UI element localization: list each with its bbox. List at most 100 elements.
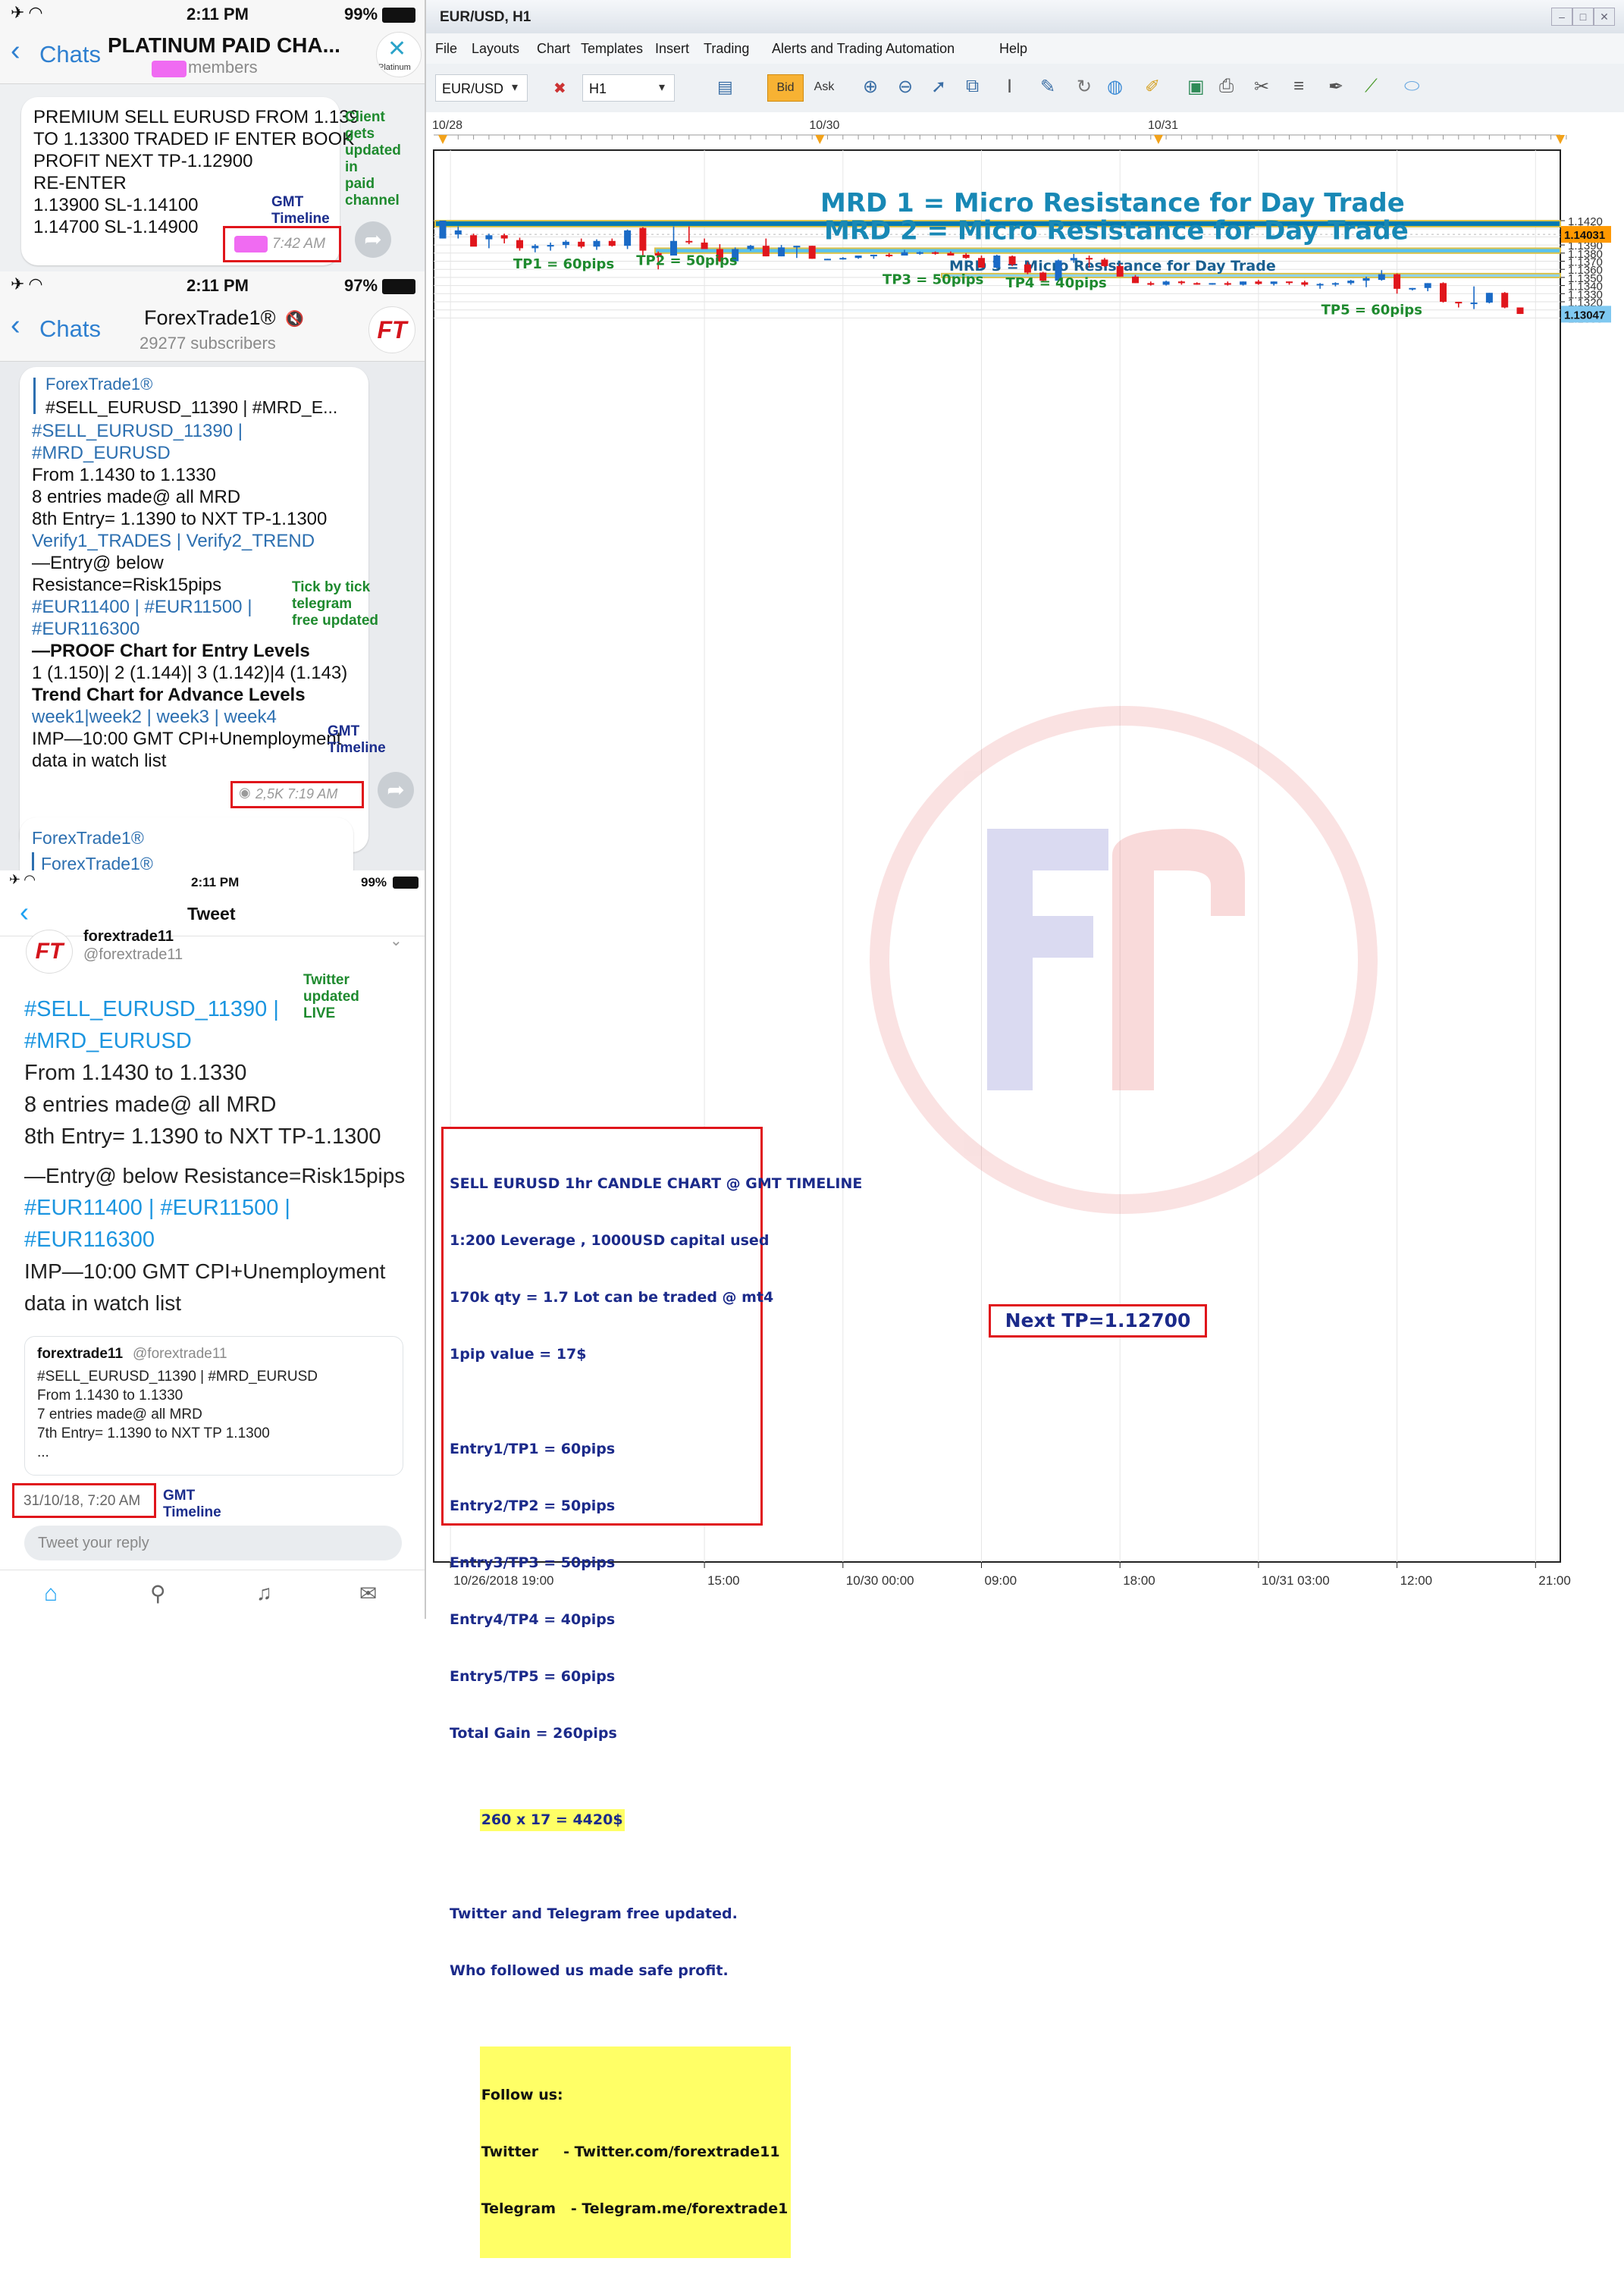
period-separator-icon[interactable]: Ⅰ xyxy=(1007,76,1012,98)
print-icon[interactable]: ⎙ xyxy=(1219,76,1234,97)
candle-body xyxy=(1240,281,1247,285)
back-chevron-icon[interactable]: ‹ xyxy=(11,309,20,342)
minimize-button[interactable]: – xyxy=(1551,8,1572,26)
tp-label: TP4 = 40pips xyxy=(1005,275,1106,291)
zoom-out-icon[interactable]: ⊖ xyxy=(898,76,913,98)
indicators-icon[interactable]: ⧉ xyxy=(966,76,979,97)
bid-button[interactable]: Bid xyxy=(767,74,804,102)
maximize-button[interactable]: □ xyxy=(1572,8,1594,26)
globe-icon[interactable]: ◍ xyxy=(1107,76,1123,98)
back-chevron-icon[interactable]: ‹ xyxy=(11,35,20,67)
week-links[interactable]: week1|week2 | week3 | week4 xyxy=(32,706,365,728)
tweet-line: —Entry@ below Resistance=Risk15pips xyxy=(24,1164,406,1187)
candle-body xyxy=(870,254,877,256)
candle-body xyxy=(1409,287,1416,290)
author-avatar[interactable]: FT xyxy=(26,930,73,974)
candle-body xyxy=(608,240,616,246)
tweet-menu-chevron-icon[interactable]: ⌄ xyxy=(390,931,403,950)
objects-icon[interactable]: ✎ xyxy=(1040,76,1055,98)
trendline-icon[interactable]: ⟋ xyxy=(1365,76,1378,97)
paid-message-line: RE-ENTER xyxy=(33,173,127,193)
symbol-select[interactable]: EUR/USD ▾ xyxy=(435,74,528,102)
close-button[interactable]: ✕ xyxy=(1594,8,1615,26)
airplane-wifi-icon: ✈ ◠ xyxy=(11,274,42,293)
trade-info-box: SELL EURUSD 1hr CANDLE CHART @ GMT TIMEL… xyxy=(441,1127,862,2258)
home-tab-icon[interactable]: ⌂ xyxy=(44,1581,58,1607)
candle-body xyxy=(978,258,985,268)
message-line: From 1.1430 to 1.1330 xyxy=(32,465,216,485)
menu-insert[interactable]: Insert xyxy=(655,41,689,57)
candle-body xyxy=(824,259,831,261)
ruler-icon[interactable]: ✐ xyxy=(1145,76,1160,98)
ellipse-icon[interactable]: ⬭ xyxy=(1404,76,1420,97)
follow-us-block: Follow us: Twitter - Twitter.com/forextr… xyxy=(479,2046,792,2258)
notifications-tab-icon[interactable]: ♫ xyxy=(256,1581,272,1605)
candle-body xyxy=(1362,278,1370,281)
tweet-line: From 1.1430 to 1.1330 xyxy=(24,1061,247,1085)
menu-chart[interactable]: Chart xyxy=(537,41,570,57)
draw-tools-icon[interactable]: ✂ xyxy=(1254,76,1269,98)
refresh-icon[interactable]: ↻ xyxy=(1077,76,1092,98)
back-to-chats-link[interactable]: Chats xyxy=(39,41,101,68)
menu-trading[interactable]: Trading xyxy=(704,41,749,57)
hashtag-link[interactable]: #MRD_EURUSD xyxy=(24,1025,419,1057)
twitter-tweet-screen: ✈ ◠ 2:11 PM 99% ‹ Tweet FT forextrade11 … xyxy=(0,870,425,1619)
messages-tab-icon[interactable]: ✉ xyxy=(359,1581,377,1606)
hashtag-link[interactable]: #SELL_EURUSD_11390 | xyxy=(32,420,365,442)
trading-platform-window: EUR/USD, H1 – □ ✕ File Layouts Chart Tem… xyxy=(426,0,1624,2258)
candle-body xyxy=(485,235,493,240)
back-to-chats-link[interactable]: Chats xyxy=(39,315,101,343)
hashtag-link[interactable]: #SELL_EURUSD_11390 | xyxy=(24,993,419,1025)
menu-templates[interactable]: Templates xyxy=(581,41,643,57)
verify-links[interactable]: Verify1_TRADES | Verify2_TREND xyxy=(32,530,365,552)
candle-body xyxy=(547,245,554,247)
timeframe-select[interactable]: H1 ▾ xyxy=(582,74,675,102)
candle-body xyxy=(1440,283,1447,302)
x-tick-label: 10/31 03:00 xyxy=(1262,1573,1330,1588)
symbol-flag-icon[interactable]: ✖ xyxy=(553,79,566,98)
tp-label: TP2 = 50pips xyxy=(636,252,737,268)
message-line: Trend Chart for Advance Levels xyxy=(32,685,306,705)
candle-body xyxy=(1301,282,1309,285)
hashtag-link[interactable]: #EUR116300 xyxy=(24,1224,419,1256)
back-chevron-icon[interactable]: ‹ xyxy=(20,896,29,928)
candle-body xyxy=(839,258,847,260)
search-tab-icon[interactable]: ⚲ xyxy=(150,1581,166,1606)
ask-button[interactable]: Ask xyxy=(807,74,842,100)
candle-body xyxy=(470,235,478,247)
candle-body xyxy=(1270,281,1278,284)
chart-type-icon[interactable]: ▤ xyxy=(717,77,733,97)
cursor-tool-icon[interactable]: ➚ xyxy=(931,76,946,98)
menu-help[interactable]: Help xyxy=(999,41,1027,57)
quote-line: #SELL_EURUSD_11390 | #MRD_EURUSD xyxy=(37,1369,318,1385)
hashtag-link[interactable]: #MRD_EURUSD xyxy=(32,442,365,464)
menu-layouts[interactable]: Layouts xyxy=(472,41,519,57)
channel-avatar[interactable]: FT xyxy=(368,306,415,353)
zoom-in-icon[interactable]: ⊕ xyxy=(863,76,878,98)
battery-icon xyxy=(382,279,415,294)
candle-body xyxy=(701,242,708,249)
mrd-zone xyxy=(654,247,1561,254)
pen-icon[interactable]: ✒ xyxy=(1328,76,1343,98)
chat-header: ‹ Chats PLATINUM PAID CHA... members ✕ P… xyxy=(0,27,425,84)
reply-input[interactable]: Tweet your reply xyxy=(24,1526,402,1560)
screenshot-icon[interactable]: ▣ xyxy=(1187,76,1205,98)
candle-body xyxy=(1394,274,1401,289)
menu-alerts[interactable]: Alerts and Trading Automation xyxy=(772,41,955,57)
quote-author-handle: @forextrade11 xyxy=(133,1346,227,1362)
member-count-redacted xyxy=(152,61,187,77)
timestamp-highlight-box: ◉ 2,5K 7:19 AM xyxy=(230,781,364,808)
channel-avatar[interactable]: ✕ Platinum xyxy=(376,32,422,77)
lines-icon[interactable]: ≡ xyxy=(1293,76,1304,97)
quoted-tweet-card[interactable]: forextrade11 @forextrade11 #SELL_EURUSD_… xyxy=(24,1336,403,1476)
message-line: data in watch list xyxy=(32,751,167,771)
top-date-label: 10/28 xyxy=(432,119,462,132)
forward-arrow-icon[interactable]: ➦ xyxy=(355,221,391,258)
subscriber-count: 29277 subscribers xyxy=(140,334,276,353)
entry-levels-links[interactable]: 1 (1.150)| 2 (1.144)| 3 (1.142)|4 (1.143… xyxy=(32,662,365,684)
hashtag-link[interactable]: #EUR11400 | #EUR11500 | xyxy=(24,1192,419,1224)
author-name[interactable]: forextrade11 xyxy=(83,928,174,946)
toolbar: EUR/USD ▾ ✖ H1 ▾ ▤ Bid Ask ⊕ ⊖ ➚ ⧉ Ⅰ ✎ ↻… xyxy=(426,64,1624,113)
forward-arrow-icon[interactable]: ➦ xyxy=(378,772,414,808)
menu-file[interactable]: File xyxy=(435,41,457,57)
